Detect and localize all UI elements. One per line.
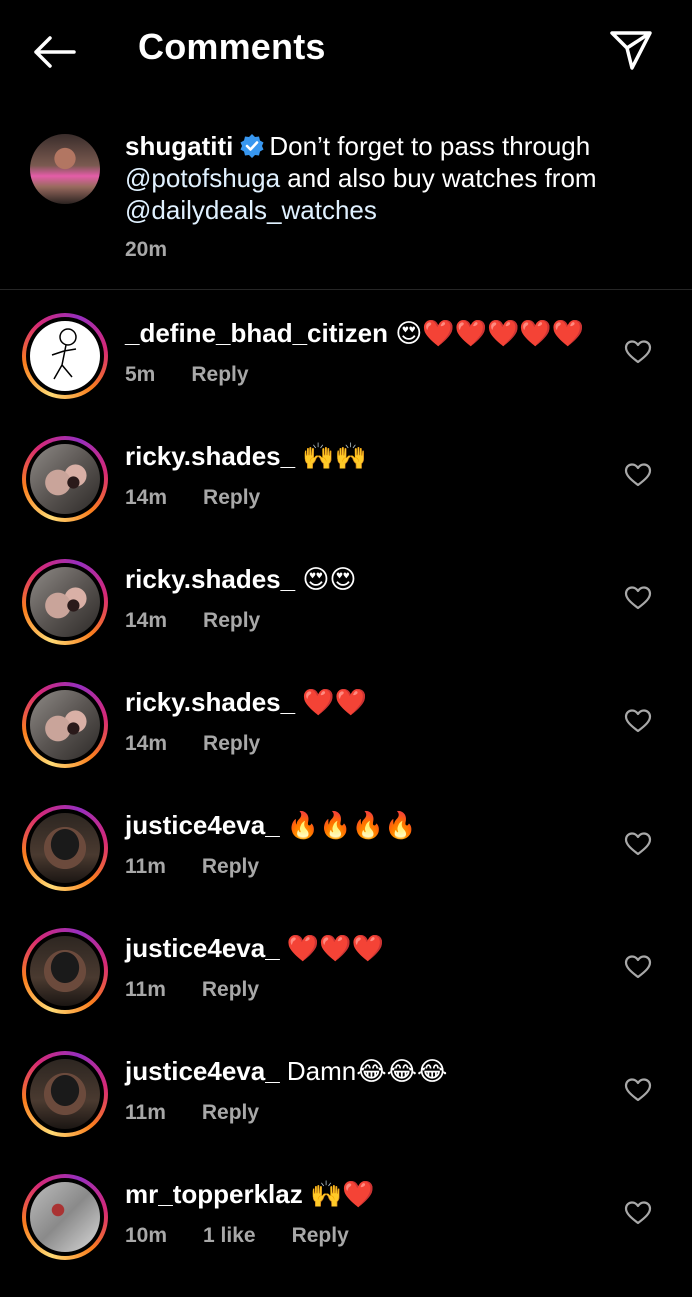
comment-username[interactable]: mr_topperklaz (125, 1179, 303, 1209)
comment-item: ricky.shades_ ❤️❤️ 14m Reply (0, 682, 692, 805)
comment-username[interactable]: justice4eva_ (125, 810, 280, 840)
comment-timestamp: 5m (125, 363, 156, 386)
page-title: Comments (138, 26, 326, 67)
comment-username[interactable]: _define_bhad_citizen (125, 318, 388, 348)
comment-item: justice4eva_ Damn😂😂😂 11m Reply (0, 1051, 692, 1174)
mention-link[interactable]: @potofshuga (125, 163, 280, 193)
comment-item: mr_topperklaz 🙌❤️ 10m 1 like Reply (0, 1174, 692, 1297)
reply-button[interactable]: Reply (202, 978, 259, 1001)
heart-icon[interactable] (624, 339, 652, 365)
comment-content: 😍😍 (302, 564, 357, 594)
comment-item: justice4eva_ ❤️❤️❤️ 11m Reply (0, 928, 692, 1051)
comment-username[interactable]: ricky.shades_ (125, 564, 295, 594)
post-caption: shugatiti Don’t forget to pass through @… (0, 118, 692, 290)
comment-timestamp: 10m (125, 1224, 168, 1247)
reply-button[interactable]: Reply (203, 609, 260, 632)
reply-button[interactable]: Reply (203, 732, 260, 755)
caption-timestamp: 20m (125, 238, 168, 261)
divider (0, 289, 692, 290)
reply-button[interactable]: Reply (202, 855, 259, 878)
comment-timestamp: 11m (125, 1101, 166, 1124)
caption-body: Don’t forget to pass through (269, 131, 591, 161)
avatar (30, 936, 100, 1006)
comment-username[interactable]: ricky.shades_ (125, 441, 295, 471)
comment-text: justice4eva_ 🔥🔥🔥🔥 (125, 809, 595, 841)
story-ring[interactable] (22, 1051, 108, 1137)
story-ring[interactable] (22, 928, 108, 1014)
comment-text: justice4eva_ Damn😂😂😂 (125, 1055, 595, 1087)
comment-content: 🔥🔥🔥🔥 (286, 810, 417, 840)
heart-icon[interactable] (624, 954, 652, 980)
comment-timestamp: 11m (125, 855, 166, 878)
comment-timestamp: 11m (125, 978, 166, 1001)
comment-content: 😍❤️❤️❤️❤️❤️ (395, 318, 585, 348)
reply-button[interactable]: Reply (292, 1224, 349, 1247)
heart-icon[interactable] (624, 1077, 652, 1103)
caption-text: shugatiti Don’t forget to pass through @… (125, 130, 645, 226)
comment-username[interactable]: justice4eva_ (125, 933, 280, 963)
comment-meta: 11m Reply (125, 1101, 295, 1125)
mention-link[interactable]: @dailydeals_watches (125, 195, 377, 225)
heart-icon[interactable] (624, 585, 652, 611)
comment-meta: 14m Reply (125, 609, 296, 633)
comment-text: ricky.shades_ 🙌🙌 (125, 440, 595, 472)
avatar (30, 444, 100, 514)
reply-button[interactable]: Reply (191, 363, 248, 386)
verified-badge-icon (240, 134, 264, 158)
avatar (30, 1059, 100, 1129)
comment-meta: 11m Reply (125, 855, 295, 879)
avatar (30, 690, 100, 760)
send-icon (610, 31, 652, 70)
comment-content: 🙌❤️ (309, 1179, 375, 1209)
comment-content: 🙌🙌 (302, 441, 368, 471)
comment-item: ricky.shades_ 🙌🙌 14m Reply (0, 436, 692, 559)
header: Comments (0, 0, 692, 100)
comment-item: justice4eva_ 🔥🔥🔥🔥 11m Reply (0, 805, 692, 928)
comment-text: mr_topperklaz 🙌❤️ (125, 1178, 595, 1210)
avatar (30, 1182, 100, 1252)
comment-content: Damn😂😂😂 (286, 1056, 448, 1086)
comment-meta: 10m 1 like Reply (125, 1224, 385, 1248)
reply-button[interactable]: Reply (202, 1101, 259, 1124)
avatar[interactable] (30, 134, 100, 204)
comment-text: _define_bhad_citizen 😍❤️❤️❤️❤️❤️ (125, 317, 595, 349)
comment-item: _define_bhad_citizen 😍❤️❤️❤️❤️❤️ 5m Reply (0, 313, 692, 436)
back-button[interactable] (26, 28, 82, 76)
heart-icon[interactable] (624, 1200, 652, 1226)
comment-item: ricky.shades_ 😍😍 14m Reply (0, 559, 692, 682)
comment-text: ricky.shades_ 😍😍 (125, 563, 595, 595)
comment-username[interactable]: ricky.shades_ (125, 687, 295, 717)
comment-content: ❤️❤️ (302, 687, 368, 717)
avatar (30, 567, 100, 637)
comment-meta: 5m Reply (125, 363, 285, 387)
heart-icon[interactable] (624, 831, 652, 857)
story-ring[interactable] (22, 1174, 108, 1260)
arrow-left-icon (34, 36, 76, 68)
comment-meta: 11m Reply (125, 978, 295, 1002)
heart-icon[interactable] (624, 708, 652, 734)
comment-timestamp: 14m (125, 732, 168, 755)
comment-content: ❤️❤️❤️ (286, 933, 385, 963)
comment-timestamp: 14m (125, 486, 168, 509)
comment-text: justice4eva_ ❤️❤️❤️ (125, 932, 595, 964)
comment-text: ricky.shades_ ❤️❤️ (125, 686, 595, 718)
comment-timestamp: 14m (125, 609, 168, 632)
avatar (30, 321, 100, 391)
story-ring[interactable] (22, 682, 108, 768)
avatar (30, 813, 100, 883)
story-ring[interactable] (22, 436, 108, 522)
story-ring[interactable] (22, 805, 108, 891)
share-button[interactable] (604, 24, 658, 76)
like-count[interactable]: 1 like (203, 1224, 256, 1247)
caption-username[interactable]: shugatiti (125, 131, 233, 161)
comment-meta: 14m Reply (125, 732, 296, 756)
comment-meta: 14m Reply (125, 486, 296, 510)
comment-username[interactable]: justice4eva_ (125, 1056, 280, 1086)
heart-icon[interactable] (624, 462, 652, 488)
reply-button[interactable]: Reply (203, 486, 260, 509)
story-ring[interactable] (22, 559, 108, 645)
caption-body-middle: and also buy watches from (287, 163, 597, 193)
story-ring[interactable] (22, 313, 108, 399)
